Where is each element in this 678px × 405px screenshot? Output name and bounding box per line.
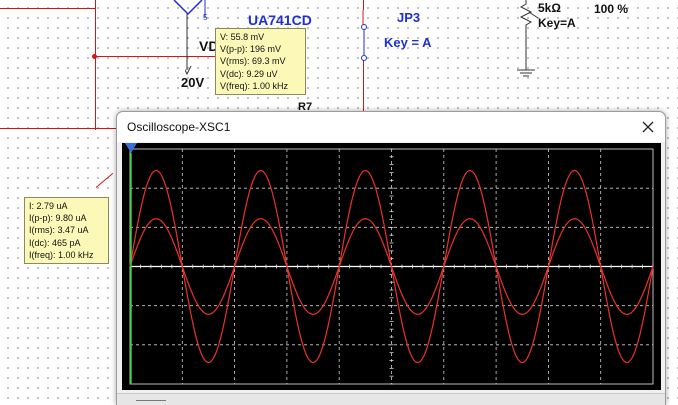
wire-probe-lead <box>95 172 114 188</box>
probe-i-pp: I(p-p): 9.80 uA <box>29 213 87 224</box>
close-button[interactable] <box>637 116 659 138</box>
window-title-bar[interactable]: Oscilloscope-XSC1 <box>117 112 665 142</box>
close-icon <box>642 121 654 133</box>
probe-v-pp: V(p-p): 196 mV <box>220 44 282 55</box>
probe-i-rms: I(rms): 3.47 uA <box>29 225 89 236</box>
jumper-key-label: Key = A <box>384 35 432 50</box>
pot-value-label: 5kΩ <box>538 1 561 15</box>
probe-v-instant: V: 55.8 mV <box>220 32 265 42</box>
wire-left-vertical <box>95 0 96 130</box>
pot-percent-label: 100 % <box>594 2 629 16</box>
opamp-pin-number: 5 <box>203 13 208 22</box>
probe-v-dc: V(dc): 9.29 uV <box>220 68 278 79</box>
supply-voltage-label: 20V <box>181 75 205 90</box>
scope-controls-strip <box>117 393 665 405</box>
probe-i-instant: I: 2.79 uA <box>29 201 68 211</box>
wire-jp3-up <box>363 0 364 10</box>
scope-cursor[interactable] <box>125 143 137 384</box>
probe-i-dc: I(dc): 465 pA <box>29 237 81 248</box>
wire-mid-horizontal <box>0 128 118 129</box>
probe-i-freq: I(freq): 1.00 kHz <box>29 249 94 260</box>
pot-key-label: Key=A <box>538 16 576 30</box>
scope-display[interactable] <box>122 143 661 390</box>
jumper-label[interactable]: JP3 <box>397 10 420 25</box>
probe-v-freq: V(freq): 1.00 kHz <box>220 80 289 91</box>
jumper-symbol[interactable] <box>352 10 378 64</box>
cursor-marker-icon <box>125 143 137 153</box>
window-title: Oscilloscope-XSC1 <box>127 120 231 134</box>
scope-screen[interactable] <box>122 143 661 390</box>
opamp-label[interactable]: UA741CD <box>248 12 312 28</box>
resize-grip[interactable] <box>136 400 166 401</box>
probe-v-rms: V(rms): 69.3 mV <box>220 56 286 67</box>
wire-jp3-down <box>363 60 364 112</box>
wire-top-left <box>0 8 96 9</box>
oscilloscope-window[interactable]: Oscilloscope-XSC1 <box>116 111 666 405</box>
voltage-probe-readout[interactable]: V: 55.8 mV V(p-p): 196 mV V(rms): 69.3 m… <box>215 28 306 95</box>
current-probe-readout[interactable]: I: 2.79 uA I(p-p): 9.80 uA I(rms): 3.47 … <box>24 197 109 264</box>
